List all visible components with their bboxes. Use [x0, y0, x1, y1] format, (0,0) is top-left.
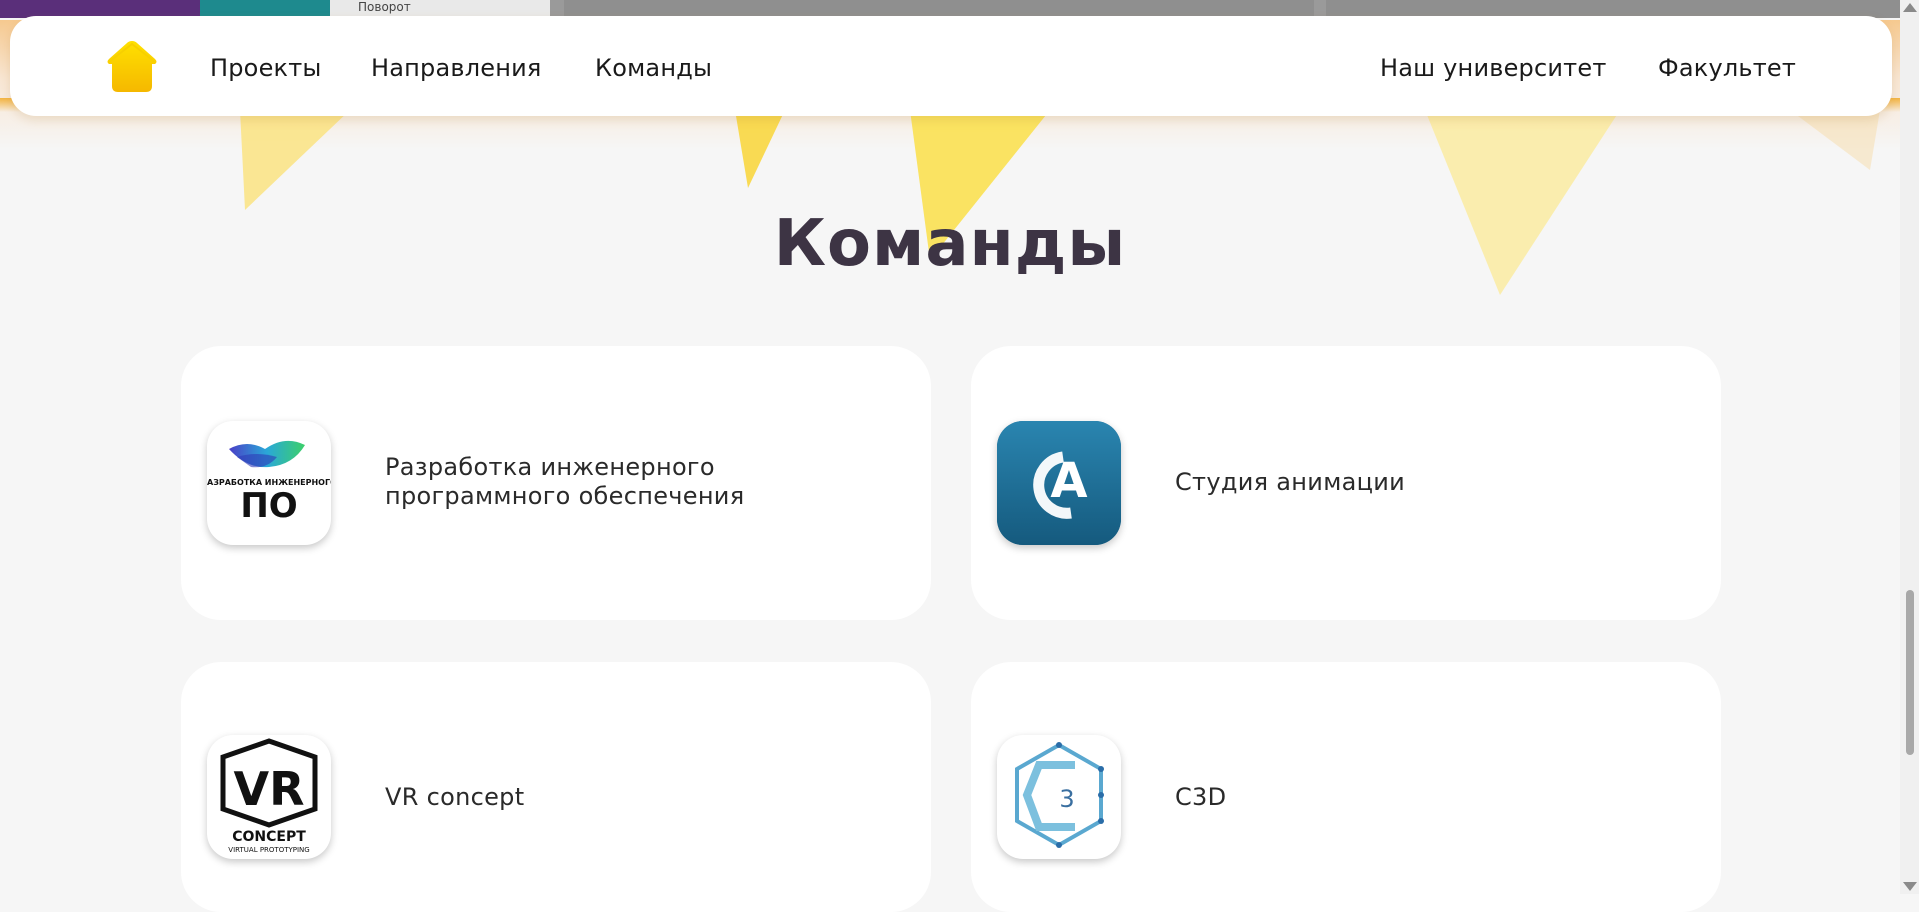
team-card-vr-concept[interactable]: VR CONCEPT VIRTUAL PROTOTYPING VR concep…: [181, 662, 931, 912]
team-logo: A: [997, 421, 1121, 545]
top-navigation-bar: Проекты Направления Команды Наш универси…: [10, 16, 1892, 116]
team-name: Студия анимации: [1175, 468, 1406, 496]
team-logo: 3: [997, 735, 1121, 859]
team-card-animation-studio[interactable]: A Студия анимации: [971, 346, 1721, 620]
team-card-software-engineering[interactable]: РАЗРАБОТКА ИНЖЕНЕРНОГО ПО Разработка инж…: [181, 346, 931, 620]
team-card-c3d[interactable]: 3 C3D: [971, 662, 1721, 912]
team-name-line: программного обеспечения: [385, 482, 745, 510]
page-title: Команды: [773, 207, 1127, 281]
svg-text:3: 3: [1059, 785, 1074, 813]
svg-text:ПО: ПО: [240, 486, 297, 526]
vertical-scrollbar[interactable]: [1900, 0, 1919, 894]
home-icon[interactable]: [106, 38, 158, 94]
nav-teams-link[interactable]: Команды: [595, 54, 712, 82]
team-name: C3D: [1175, 783, 1227, 811]
triangle-decoration: [240, 110, 350, 210]
team-name: VR concept: [385, 783, 525, 811]
animation-studio-logo-icon: A: [997, 421, 1121, 545]
software-engineering-logo-icon: РАЗРАБОТКА ИНЖЕНЕРНОГО ПО: [207, 440, 331, 526]
svg-text:VIRTUAL PROTOTYPING: VIRTUAL PROTOTYPING: [228, 846, 309, 854]
team-name-line: Разработка инженерного: [385, 453, 715, 481]
team-logo: РАЗРАБОТКА ИНЖЕНЕРНОГО ПО: [207, 421, 331, 545]
nav-university-link[interactable]: Наш университет: [1380, 54, 1607, 82]
nav-faculty-link[interactable]: Факультет: [1658, 54, 1796, 82]
nav-projects-link[interactable]: Проекты: [210, 54, 322, 82]
scrollbar-thumb[interactable]: [1906, 590, 1914, 755]
svg-text:VR: VR: [233, 762, 304, 816]
team-name: Разработка инженерного программного обес…: [385, 453, 744, 511]
scroll-down-arrow-icon[interactable]: [1903, 882, 1917, 891]
scroll-up-arrow-icon[interactable]: [1903, 3, 1917, 12]
team-logo: VR CONCEPT VIRTUAL PROTOTYPING: [207, 735, 331, 859]
svg-text:A: A: [1050, 453, 1087, 509]
nav-directions-link[interactable]: Направления: [371, 54, 542, 82]
vr-concept-logo-icon: VR CONCEPT VIRTUAL PROTOTYPING: [220, 738, 318, 854]
svg-text:CONCEPT: CONCEPT: [232, 829, 306, 845]
triangle-decoration: [1790, 110, 1880, 170]
triangle-decoration: [735, 110, 785, 188]
c3d-logo-icon: 3: [1015, 742, 1104, 848]
